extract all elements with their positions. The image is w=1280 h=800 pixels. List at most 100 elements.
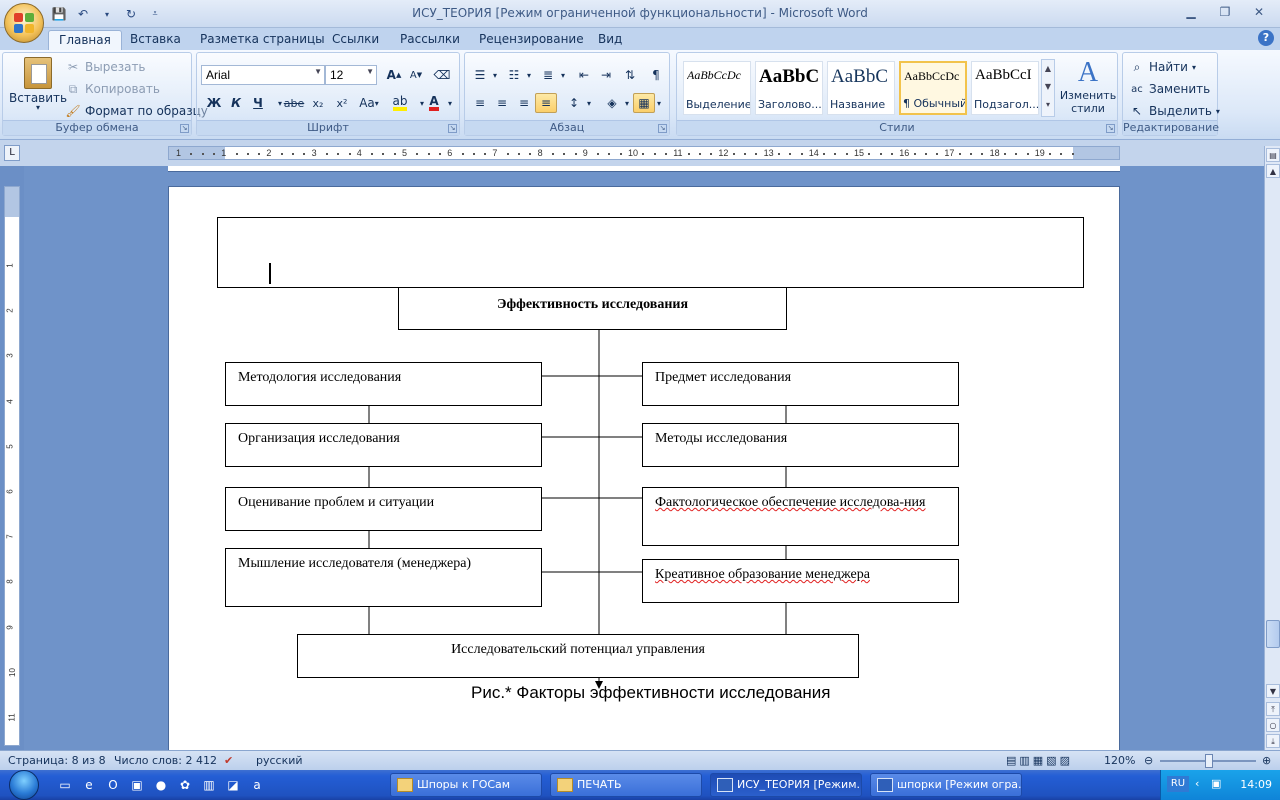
document-page[interactable]: Эффективность исследования Методология и… [168,186,1120,756]
subscript-button[interactable]: x₂ [307,93,329,113]
bold-button[interactable]: Ж [203,93,225,113]
style-normal[interactable]: AaBbCcDc ¶ Обычный [899,61,967,115]
proofing-icon[interactable]: ✔ [224,754,233,767]
find-button[interactable]: ⌕ Найти ▾ [1129,59,1196,75]
empty-frame[interactable] [217,217,1084,288]
chevron-down-icon[interactable]: ▾ [653,93,665,113]
multilevel-list-icon[interactable]: ≣ [537,65,559,85]
opera-icon[interactable]: O [104,776,122,794]
help-icon[interactable]: ? [1258,30,1274,46]
chevron-down-icon[interactable]: ▾ [583,93,595,113]
bullets-icon[interactable]: ☰ [469,65,491,85]
restore-icon[interactable]: ❐ [1210,2,1240,22]
task-shporki[interactable]: шпорки [Режим огра... [870,773,1022,797]
task-isu-teoriya[interactable]: ИСУ_ТЕОРИЯ [Режим... [710,773,862,797]
chevron-down-icon[interactable]: ▾ [523,65,535,85]
numbering-icon[interactable]: ☷ [503,65,525,85]
diagram-left-box-3[interactable]: Оценивание проблем и ситуации [225,487,542,531]
underline-button[interactable]: Ч [247,93,269,113]
diagram-top-box[interactable]: Эффективность исследования [398,287,787,330]
style-title[interactable]: AaBbC Название [827,61,895,115]
diagram-right-box-3[interactable]: Фактологическое обеспечение исследова-ни… [642,487,959,546]
zoom-in-icon[interactable]: ⊕ [1262,754,1271,767]
font-color-button[interactable]: A [423,93,445,113]
diagram-left-box-2[interactable]: Организация исследования [225,423,542,467]
ie-icon[interactable]: e [80,776,98,794]
font-launcher-icon[interactable]: ↘ [448,124,457,133]
clear-format-button[interactable]: ⌫ [431,65,453,85]
shrink-font-button[interactable]: A ▼ [405,65,427,85]
style-subtitle[interactable]: AaBbCcI Подзагол... [971,61,1039,115]
line-spacing-icon[interactable]: ↕ [563,93,585,113]
start-button[interactable] [0,770,48,800]
zoom-out-icon[interactable]: ⊖ [1144,754,1153,767]
scroll-thumb[interactable] [1266,620,1280,648]
desktop-icon[interactable]: ▭ [56,776,74,794]
disk-icon[interactable]: ▣ [128,776,146,794]
page-count[interactable]: Страница: 8 из 8 [8,754,106,767]
align-right-icon[interactable]: ≡ [513,93,535,113]
vertical-ruler[interactable]: 1 2 3 4 5 6 7 8 9 10 11 [4,186,20,746]
grow-font-button[interactable]: A ▲ [383,65,405,85]
tab-insert[interactable]: Вставка [120,30,191,50]
ruler-toggle-icon[interactable]: ▤ [1266,148,1280,162]
clipboard-launcher-icon[interactable]: ↘ [180,124,189,133]
select-button[interactable]: ↖ Выделить ▾ [1129,103,1220,119]
chevron-down-icon[interactable]: ▾ [443,93,457,113]
chevron-down-icon[interactable]: ▾ [621,93,633,113]
format-painter-button[interactable]: 🖌 Формат по образцу [65,103,208,119]
tab-mailings[interactable]: Рассылки [390,30,470,50]
align-center-icon[interactable]: ≡ [491,93,513,113]
superscript-button[interactable]: x² [331,93,353,113]
styles-scroll[interactable]: ▲ ▼ ▾ [1041,59,1055,117]
change-styles-button[interactable]: A Изменить стили [1059,57,1117,115]
cut-button[interactable]: ✂ Вырезать [65,59,146,75]
copy-button[interactable]: ⧉ Копировать [65,81,160,97]
style-heading[interactable]: AaBbC Заголово... [755,61,823,115]
replace-button[interactable]: ac Заменить [1129,81,1210,97]
borders-icon[interactable]: ▦ [633,93,655,113]
change-case-button[interactable]: Aa ▾ [355,93,383,113]
scroll-down-icon[interactable]: ▼ [1266,684,1280,698]
acrobat-icon[interactable]: a [248,776,266,794]
firefox-icon[interactable]: ● [152,776,170,794]
office-button[interactable] [4,3,44,43]
diagram-left-box-1[interactable]: Методология исследования [225,362,542,406]
paragraph-launcher-icon[interactable]: ↘ [658,124,667,133]
horizontal-ruler[interactable]: 1 1 2 3 4 5 6 7 8 9 10 11 12 13 14 15 16 17 18 19 [168,146,1120,160]
diagram-right-box-4[interactable]: Креативное образование менеджера [642,559,959,603]
network-icon[interactable]: ▣ [1211,777,1221,790]
font-size-combo[interactable]: 12 ▼ [325,65,377,85]
tab-page-layout[interactable]: Разметка страницы [190,30,335,50]
language-badge[interactable]: RU [1167,776,1189,792]
tab-references[interactable]: Ссылки [322,30,389,50]
justify-icon[interactable]: ≡ [535,93,557,113]
diagram-right-box-1[interactable]: Предмет исследования [642,362,959,406]
tab-home[interactable]: Главная [48,30,122,50]
strikethrough-button[interactable]: abe [283,93,305,113]
close-icon[interactable]: ✕ [1244,2,1274,22]
font-family-combo[interactable]: Arial ▼ [201,65,325,85]
app-icon[interactable]: ✿ [176,776,194,794]
zoom-level[interactable]: 120% [1104,754,1135,767]
italic-button[interactable]: К [225,93,247,113]
winrar-icon[interactable]: ▥ [200,776,218,794]
decrease-indent-icon[interactable]: ⇤ [573,65,595,85]
task-shpory[interactable]: Шпоры к ГОСам [390,773,542,797]
scroll-up-icon[interactable]: ▲ [1266,164,1280,178]
task-pechat[interactable]: ПЕЧАТЬ [550,773,702,797]
flash-icon[interactable]: ◪ [224,776,242,794]
shading-icon[interactable]: ◈ [601,93,623,113]
browse-object-icon[interactable]: ○ [1266,718,1280,732]
minimize-icon[interactable]: ▁ [1176,2,1206,22]
style-emphasis[interactable]: AaBbCcDc Выделение [683,61,751,115]
sort-icon[interactable]: ⇅ [619,65,641,85]
highlight-button[interactable]: ab [389,93,411,113]
diagram-bottom-box[interactable]: Исследовательский потенциал управления [297,634,859,678]
styles-launcher-icon[interactable]: ↘ [1106,124,1115,133]
tab-view[interactable]: Вид [588,30,632,50]
chevron-down-icon[interactable]: ▾ [489,65,501,85]
diagram-right-box-2[interactable]: Методы исследования [642,423,959,467]
vertical-scrollbar[interactable]: ▤ ▲ ▼ ⤒ ○ ⤓ [1264,146,1280,750]
prev-page-icon[interactable]: ⤒ [1266,702,1280,716]
